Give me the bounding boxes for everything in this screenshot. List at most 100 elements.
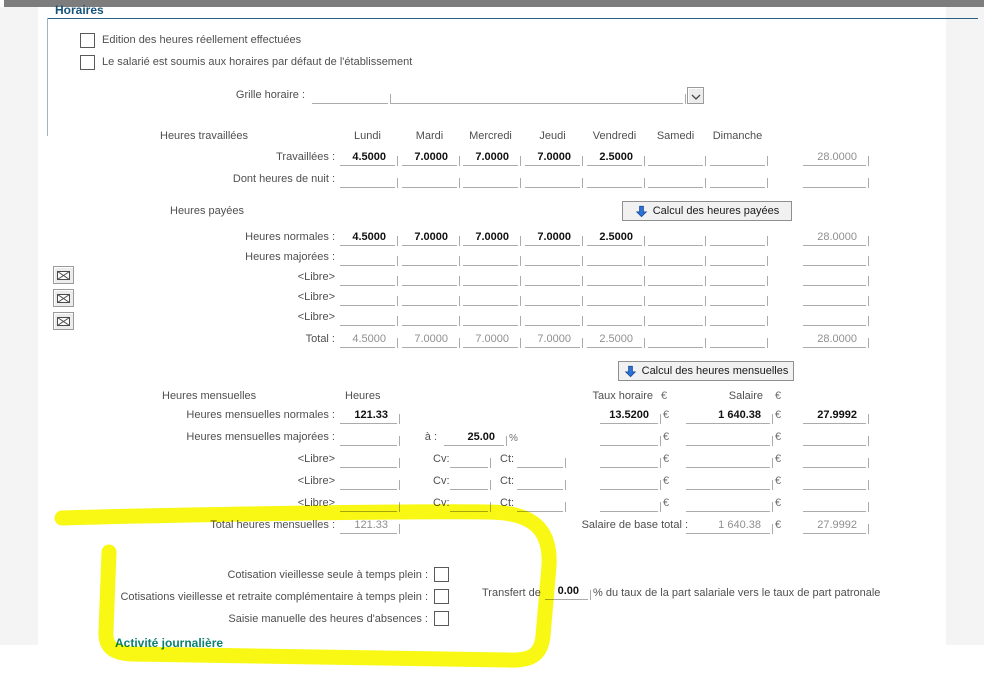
day-hours-field[interactable]	[402, 270, 460, 286]
total-heures-mensuelles-field[interactable]: 121.33	[340, 518, 400, 534]
libre3-envelope-button[interactable]	[53, 312, 74, 330]
day-hours-field[interactable]: 2.5000	[587, 332, 645, 348]
week-total-field[interactable]	[803, 250, 869, 266]
libre1-envelope-button[interactable]	[53, 266, 74, 284]
checkbox-saisie-manuelle-absences[interactable]	[434, 611, 449, 626]
hm-libre2-cv-field[interactable]	[450, 474, 491, 490]
day-hours-field[interactable]: 7.0000	[525, 230, 583, 246]
hm-libre2-ct-field[interactable]	[517, 474, 566, 490]
day-hours-field[interactable]	[648, 150, 706, 166]
day-hours-field[interactable]	[710, 172, 768, 188]
day-hours-field[interactable]: 4.5000	[340, 230, 398, 246]
day-hours-field[interactable]	[710, 270, 768, 286]
day-hours-field[interactable]	[710, 310, 768, 326]
coef-total-field[interactable]: 27.9992	[803, 518, 869, 534]
calcul-heures-payees-button[interactable]: Calcul des heures payées	[622, 201, 792, 221]
hm-libre1-salaire-field[interactable]	[686, 452, 773, 468]
hm-majorees-coef-field[interactable]	[803, 430, 869, 446]
checkbox-cotisation-vieillesse-seule[interactable]	[434, 567, 449, 582]
day-hours-field[interactable]: 7.0000	[463, 230, 521, 246]
day-hours-field[interactable]	[340, 290, 398, 306]
hm-libre2-taux-field[interactable]	[600, 474, 661, 490]
day-hours-field[interactable]: 7.0000	[463, 150, 521, 166]
day-hours-field[interactable]: 7.0000	[525, 332, 583, 348]
hm-libre3-taux-field[interactable]	[600, 496, 661, 512]
hm-libre3-heures-field[interactable]	[340, 496, 400, 512]
day-hours-field[interactable]	[525, 290, 583, 306]
day-hours-field[interactable]	[525, 250, 583, 266]
day-hours-field[interactable]	[402, 290, 460, 306]
checkbox-horaires-defaut[interactable]	[80, 55, 95, 70]
day-hours-field[interactable]	[710, 332, 768, 348]
day-hours-field[interactable]	[710, 230, 768, 246]
day-hours-field[interactable]	[463, 250, 521, 266]
checkbox-cotisations-vieillesse-retraite[interactable]	[434, 589, 449, 604]
day-hours-field[interactable]	[587, 270, 645, 286]
hm-libre3-cv-field[interactable]	[450, 496, 491, 512]
day-hours-field[interactable]	[525, 172, 583, 188]
day-hours-field[interactable]	[648, 250, 706, 266]
hm-libre1-cv-field[interactable]	[450, 452, 491, 468]
day-hours-field[interactable]	[340, 250, 398, 266]
day-hours-field[interactable]	[710, 250, 768, 266]
hm-libre1-heures-field[interactable]	[340, 452, 400, 468]
day-hours-field[interactable]	[587, 310, 645, 326]
hm-majorees-salaire-field[interactable]	[686, 430, 773, 446]
day-hours-field[interactable]	[648, 310, 706, 326]
day-hours-field[interactable]	[587, 290, 645, 306]
transfert-field[interactable]: 0.00	[545, 584, 591, 600]
week-total-field[interactable]	[803, 290, 869, 306]
day-hours-field[interactable]	[463, 172, 521, 188]
day-hours-field[interactable]	[463, 310, 521, 326]
week-total-field[interactable]	[803, 310, 869, 326]
hm-normales-taux-field[interactable]: 13.5200	[600, 408, 661, 424]
libre2-envelope-button[interactable]	[53, 289, 74, 307]
day-hours-field[interactable]	[525, 270, 583, 286]
hm-normales-coef-field[interactable]: 27.9992	[803, 408, 869, 424]
day-hours-field[interactable]	[648, 270, 706, 286]
day-hours-field[interactable]	[710, 150, 768, 166]
hm-libre3-salaire-field[interactable]	[686, 496, 773, 512]
day-hours-field[interactable]	[587, 172, 645, 188]
day-hours-field[interactable]	[402, 310, 460, 326]
hm-libre1-ct-field[interactable]	[517, 452, 566, 468]
hm-normales-heures-field[interactable]: 121.33	[340, 408, 400, 424]
hm-libre3-coef-field[interactable]	[803, 496, 869, 512]
day-hours-field[interactable]	[340, 270, 398, 286]
day-hours-field[interactable]	[402, 250, 460, 266]
day-hours-field[interactable]: 7.0000	[402, 332, 460, 348]
day-hours-field[interactable]	[648, 290, 706, 306]
day-hours-field[interactable]	[587, 250, 645, 266]
day-hours-field[interactable]: 2.5000	[587, 230, 645, 246]
day-hours-field[interactable]: 7.0000	[463, 332, 521, 348]
day-hours-field[interactable]	[525, 310, 583, 326]
day-hours-field[interactable]: 7.0000	[525, 150, 583, 166]
grille-horaire-code-field[interactable]	[312, 88, 391, 104]
hm-majorees-heures-field[interactable]	[340, 430, 400, 446]
hm-libre2-heures-field[interactable]	[340, 474, 400, 490]
grille-horaire-name-field[interactable]	[390, 88, 686, 104]
week-total-field[interactable]	[803, 270, 869, 286]
day-hours-field[interactable]	[340, 172, 398, 188]
hm-normales-salaire-field[interactable]: 1 640.38	[686, 408, 773, 424]
day-hours-field[interactable]: 7.0000	[402, 230, 460, 246]
hm-libre2-salaire-field[interactable]	[686, 474, 773, 490]
day-hours-field[interactable]: 4.5000	[340, 332, 398, 348]
hm-libre1-taux-field[interactable]	[600, 452, 661, 468]
grille-horaire-dropdown-button[interactable]	[687, 87, 704, 104]
salaire-base-total-field[interactable]: 1 640.38	[686, 518, 773, 534]
hm-libre3-ct-field[interactable]	[517, 496, 566, 512]
day-hours-field[interactable]	[463, 290, 521, 306]
week-total-field[interactable]: 28.0000	[803, 332, 869, 348]
week-total-field[interactable]: 28.0000	[803, 230, 869, 246]
day-hours-field[interactable]	[463, 270, 521, 286]
checkbox-edition-heures[interactable]	[80, 33, 95, 48]
week-total-field[interactable]	[803, 172, 869, 188]
day-hours-field[interactable]	[710, 290, 768, 306]
day-hours-field[interactable]	[402, 172, 460, 188]
day-hours-field[interactable]	[648, 230, 706, 246]
hm-libre2-coef-field[interactable]	[803, 474, 869, 490]
day-hours-field[interactable]	[340, 310, 398, 326]
hm-libre1-coef-field[interactable]	[803, 452, 869, 468]
hm-majorees-taux-field[interactable]	[600, 430, 661, 446]
